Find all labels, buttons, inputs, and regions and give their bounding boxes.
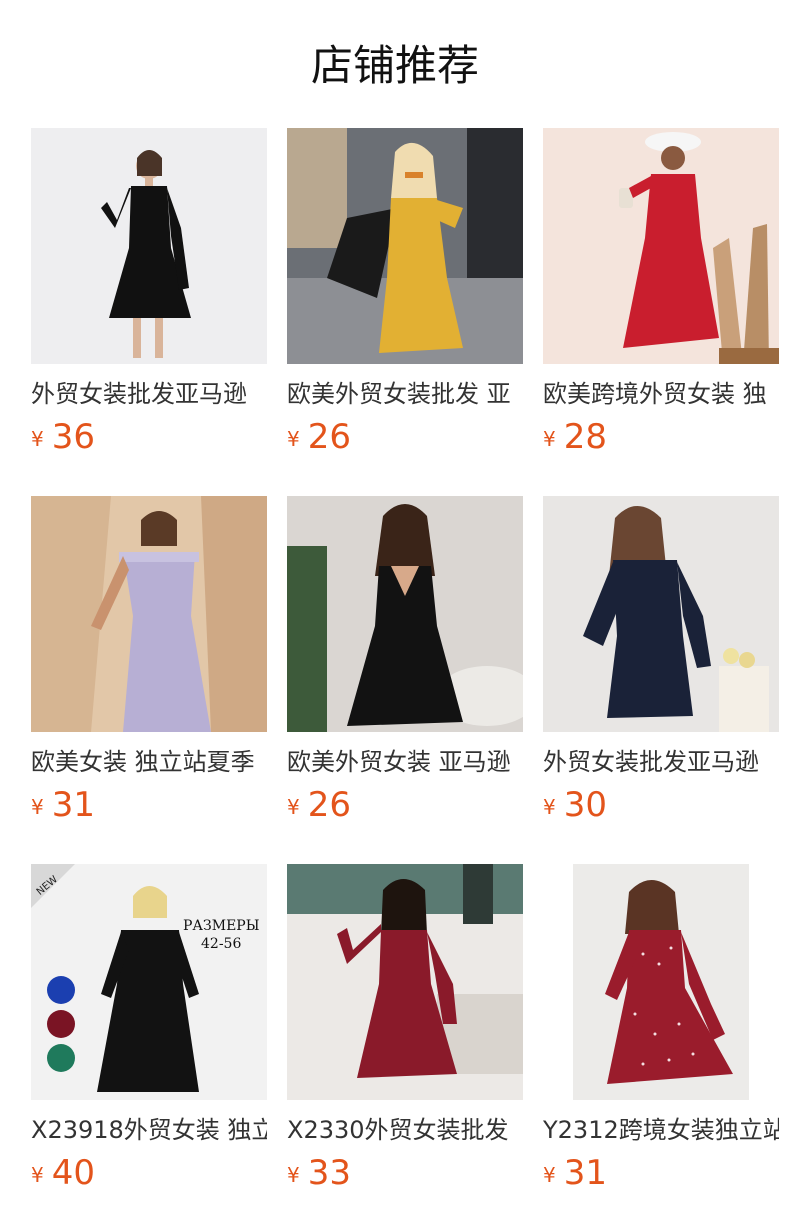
red-polka-dot-dress-photo — [543, 864, 779, 1100]
price-amount: 40 — [51, 1153, 95, 1193]
currency-symbol: ¥ — [543, 427, 556, 451]
burgundy-sweetheart-dress-photo — [287, 864, 523, 1100]
currency-symbol: ¥ — [287, 1163, 300, 1187]
product-image[interactable] — [287, 864, 523, 1100]
lilac-floral-off-shoulder-dress-photo — [31, 496, 267, 732]
currency-symbol: ¥ — [31, 1163, 44, 1187]
product-price: ¥40 — [31, 1152, 95, 1194]
product-image[interactable] — [31, 128, 267, 364]
product-image[interactable] — [287, 496, 523, 732]
navy-long-sleeve-dress-photo — [543, 496, 779, 732]
product-card[interactable]: 欧美女装 独立站夏季 ¥31 — [31, 496, 267, 836]
product-image[interactable] — [31, 496, 267, 732]
currency-symbol: ¥ — [31, 427, 44, 451]
product-image[interactable] — [543, 864, 779, 1100]
product-price: ¥36 — [31, 416, 95, 458]
black-v-neck-dress-photo — [287, 496, 523, 732]
product-price: ¥28 — [543, 416, 607, 458]
product-card[interactable]: 欧美外贸女装 亚马逊 ¥26 — [287, 496, 523, 836]
product-card[interactable]: NEW РАЗМЕРЫ 42-56 X23918外贸女装 独立 ¥40 — [31, 864, 267, 1204]
size-range: 42-56 — [201, 936, 241, 952]
page-title: 店铺推荐 — [310, 41, 479, 90]
currency-symbol: ¥ — [287, 795, 300, 819]
product-name[interactable]: X2330外贸女装批发 — [287, 1114, 523, 1146]
product-image[interactable] — [287, 128, 523, 364]
product-name[interactable]: 外贸女装批发亚马逊 — [31, 378, 267, 410]
product-name[interactable]: 欧美外贸女装 亚马逊 — [287, 746, 523, 778]
product-price: ¥30 — [543, 784, 607, 826]
product-name[interactable]: Y2312跨境女装独立站 — [543, 1114, 779, 1146]
product-image[interactable] — [543, 496, 779, 732]
price-amount: 33 — [307, 1153, 351, 1193]
product-card[interactable]: 欧美跨境外贸女装 独 ¥28 — [543, 128, 779, 468]
product-price: ¥26 — [287, 416, 351, 458]
product-name[interactable]: 外贸女装批发亚马逊 — [543, 746, 779, 778]
yellow-floral-dress-photo — [287, 128, 523, 364]
product-name[interactable]: X23918外贸女装 独立 — [31, 1114, 267, 1146]
product-image[interactable] — [543, 128, 779, 364]
recommended-store-page: 店铺推荐 外贸女装批发亚马逊 ¥36 欧美外贸女装批发 亚 ¥ 26 欧美跨境外… — [0, 0, 790, 1232]
product-price: ¥31 — [31, 784, 95, 826]
product-card[interactable]: Y2312跨境女装独立站 ¥31 — [543, 864, 779, 1204]
price-amount: 26 — [307, 417, 351, 457]
size-label: РАЗМЕРЫ — [183, 918, 260, 934]
product-name[interactable]: 欧美女装 独立站夏季 — [31, 746, 267, 778]
product-price: ¥26 — [287, 784, 351, 826]
currency-symbol: ¥ — [543, 1163, 556, 1187]
currency-symbol: ¥ — [543, 795, 556, 819]
price-amount: 31 — [51, 785, 95, 825]
product-card[interactable]: 外贸女装批发亚马逊 ¥36 — [31, 128, 267, 468]
product-card[interactable]: 外贸女装批发亚马逊 ¥30 — [543, 496, 779, 836]
price-amount: 28 — [563, 417, 607, 457]
red-floral-wrap-dress-photo — [543, 128, 779, 364]
product-name[interactable]: 欧美跨境外贸女装 独 — [543, 378, 779, 410]
price-amount: 26 — [307, 785, 351, 825]
price-amount: 36 — [51, 417, 95, 457]
product-price: ¥31 — [543, 1152, 607, 1194]
product-name[interactable]: 欧美外贸女装批发 亚 — [287, 378, 523, 410]
product-card[interactable]: X2330外贸女装批发 ¥33 — [287, 864, 523, 1204]
product-image[interactable]: NEW РАЗМЕРЫ 42-56 — [31, 864, 267, 1100]
price-amount: 31 — [563, 1153, 607, 1193]
price-amount: 30 — [563, 785, 607, 825]
black-long-sleeve-dress-photo — [31, 128, 267, 364]
product-price: ¥33 — [287, 1152, 351, 1194]
currency-symbol: ¥ — [287, 427, 300, 451]
product-card[interactable]: 欧美外贸女装批发 亚 ¥26 — [287, 128, 523, 468]
currency-symbol: ¥ — [31, 795, 44, 819]
black-belted-dress-photo: NEW РАЗМЕРЫ 42-56 — [31, 864, 267, 1100]
